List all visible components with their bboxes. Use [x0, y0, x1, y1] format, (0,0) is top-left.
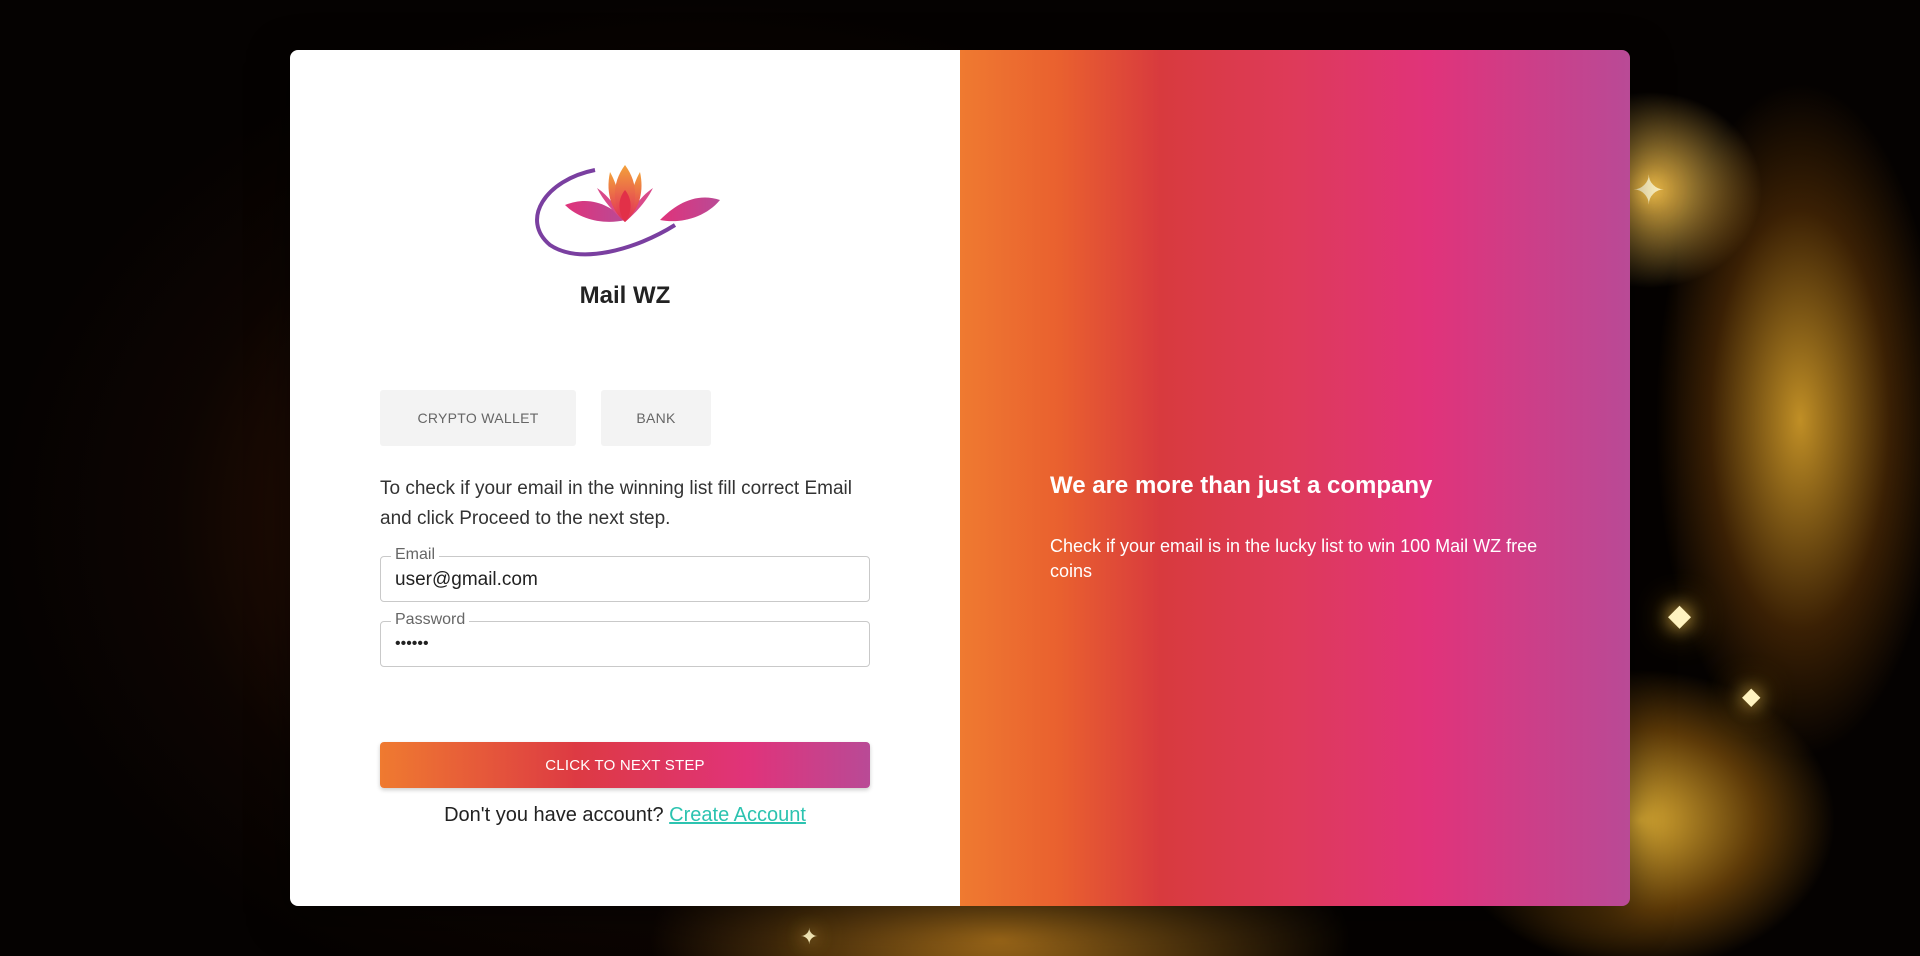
promo-title: We are more than just a company: [1050, 472, 1433, 499]
sparkle-icon: ◆: [1742, 683, 1761, 710]
sparkle-icon: ◆: [1668, 599, 1692, 632]
sparkle-icon: ✦: [1632, 169, 1666, 213]
sparkle-icon: ✦: [800, 924, 819, 949]
lotus-logo-icon: [535, 165, 720, 257]
intro-text: To check if your email in the winning li…: [380, 478, 853, 529]
password-field[interactable]: Password ••••••: [380, 611, 870, 667]
login-card: Mail WZ CRYPTO WALLET BANK To check if y…: [290, 50, 1630, 906]
email-value[interactable]: user@gmail.com: [395, 569, 538, 591]
password-value[interactable]: ••••••: [395, 635, 429, 653]
email-field[interactable]: Email user@gmail.com: [380, 546, 870, 602]
brand-name: Mail WZ: [579, 282, 671, 309]
signup-row: Don't you have account? Create Account: [290, 804, 960, 827]
bank-button[interactable]: BANK: [601, 390, 711, 446]
next-step-button[interactable]: CLICK TO NEXT STEP: [380, 742, 870, 788]
crypto-wallet-button[interactable]: CRYPTO WALLET: [380, 390, 576, 446]
promo-panel: We are more than just a company Check if…: [960, 50, 1630, 906]
signup-prompt: Don't you have account?: [444, 804, 664, 826]
create-account-link[interactable]: Create Account: [669, 804, 806, 826]
email-label: Email: [391, 546, 440, 564]
promo-text: Check if your email is in the lucky list…: [1050, 536, 1538, 581]
password-label: Password: [391, 611, 470, 629]
form-panel: Mail WZ CRYPTO WALLET BANK To check if y…: [290, 50, 960, 906]
